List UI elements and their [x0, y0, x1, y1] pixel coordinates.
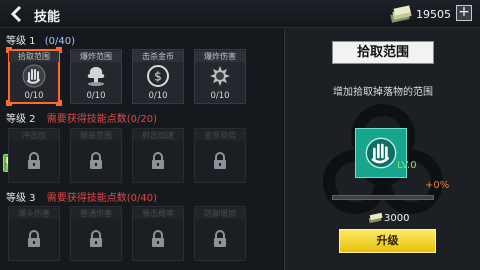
skill-level: 0/10	[24, 91, 44, 101]
page-title: 技能	[34, 10, 61, 25]
skill-pickup-range[interactable]: 拾取范围 0/10	[6, 47, 62, 106]
lock-icon	[152, 230, 164, 247]
skill-name: 金币双倍	[195, 130, 245, 141]
detail-level: LV.0	[397, 160, 417, 171]
lock-icon	[214, 230, 226, 247]
skill-blast-damage[interactable]: 爆炸伤害 0/10	[194, 49, 246, 104]
lock-icon	[214, 152, 226, 169]
tier-3-header: 等级 3 需要获得技能点数(0/40)	[6, 189, 157, 204]
skill-kill-coins[interactable]: 击杀金币 $ 0/10	[132, 49, 184, 104]
tier-1-title: 等级 1	[6, 36, 36, 47]
skill-locked: 金币双倍	[194, 128, 246, 183]
explosion-icon	[87, 67, 105, 86]
skill-locked: 射击加速	[132, 128, 184, 183]
skill-level: 0/10	[210, 91, 230, 101]
tier-2-header: 等级 2 需要获得技能点数(0/20)	[6, 110, 157, 125]
skill-name: 普通伤害	[71, 208, 121, 219]
detail-bonus: +0%	[425, 180, 450, 191]
coin-icon: $	[147, 65, 169, 87]
hand-icon	[365, 137, 397, 169]
skill-detail-panel: 拾取范围 增加拾取掉落物的范围 LV.0 +0% 3000 升级	[284, 28, 480, 270]
tier-2-title: 等级 2	[6, 114, 36, 125]
skill-name: 额装范围	[71, 130, 121, 141]
skill-level: 0/10	[86, 91, 106, 101]
top-bar: 技能 19505 +	[0, 0, 480, 28]
lock-icon	[90, 152, 102, 169]
add-money-button[interactable]: +	[456, 5, 472, 21]
skill-name: 爆头伤害	[9, 208, 59, 219]
skill-name: 防御增加	[195, 208, 245, 219]
tier-3-requirement: 需要获得技能点数(0/40)	[46, 193, 157, 204]
skill-locked: 额装范围	[70, 128, 122, 183]
skill-explosion-range[interactable]: 爆炸范围 0/10	[70, 49, 122, 104]
skill-tree-panel: 等级 1 (0/40) 拾取范围 0/10 爆炸范围 0/10 击杀金币 $ 0…	[0, 28, 283, 270]
tier-3-title: 等级 3	[6, 193, 36, 204]
skill-locked: 爆头伤害	[8, 206, 60, 261]
lock-icon	[90, 230, 102, 247]
money-value: 19505	[416, 8, 451, 21]
skill-locked: 暴击概率	[132, 206, 184, 261]
tier-1-count: (0/40)	[44, 36, 75, 47]
skill-locked: 防御增加	[194, 206, 246, 261]
lock-icon	[28, 230, 40, 247]
skill-name: 爆炸伤害	[195, 51, 245, 62]
hand-icon	[22, 64, 46, 88]
skill-level: 0/10	[148, 91, 168, 101]
money-stack-icon	[390, 5, 412, 23]
skill-name: 击杀金币	[133, 51, 183, 62]
detail-title: 拾取范围	[332, 41, 434, 64]
skill-locked: 冲击加	[8, 128, 60, 183]
level-progress-bar	[332, 195, 434, 200]
upgrade-button[interactable]: 升级	[339, 229, 436, 253]
skill-name: 拾取范围	[9, 51, 59, 62]
back-arrow-icon[interactable]	[8, 5, 26, 23]
tier-2-requirement: 需要获得技能点数(0/20)	[46, 114, 157, 125]
blast-damage-icon	[210, 66, 230, 86]
svg-text:$: $	[154, 70, 162, 84]
detail-description: 增加拾取掉落物的范围	[333, 87, 433, 98]
money-stack-icon	[368, 212, 383, 224]
skill-name: 暴击概率	[133, 208, 183, 219]
tier-1-header: 等级 1 (0/40)	[6, 32, 75, 47]
skill-name: 冲击加	[9, 130, 59, 141]
lock-icon	[152, 152, 164, 169]
upgrade-cost: 3000	[384, 213, 410, 224]
skill-locked: 普通伤害	[70, 206, 122, 261]
skill-name: 爆炸范围	[71, 51, 121, 62]
lock-icon	[28, 152, 40, 169]
skill-name: 射击加速	[133, 130, 183, 141]
